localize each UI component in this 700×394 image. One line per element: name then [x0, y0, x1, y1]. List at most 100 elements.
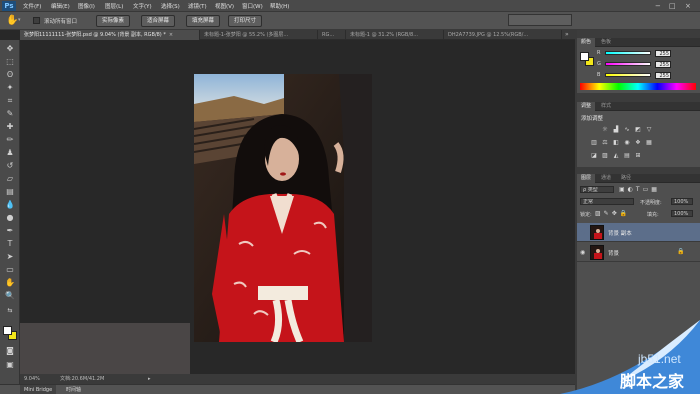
opacity-field[interactable]: 100%: [671, 198, 693, 205]
exposure-icon[interactable]: ◩: [634, 126, 642, 133]
red-value-field[interactable]: 255: [655, 50, 671, 57]
blur-tool-icon[interactable]: 💧: [4, 200, 16, 210]
photo-filter-icon[interactable]: ◉: [623, 139, 631, 146]
tab-layers[interactable]: 图层: [577, 174, 596, 183]
zoom-level[interactable]: 9.04%: [24, 374, 40, 384]
menu-type[interactable]: 文字(Y): [133, 2, 152, 10]
eyedropper-tool-icon[interactable]: ✎: [4, 109, 16, 119]
fill-screen-button[interactable]: 填充屏幕: [186, 15, 221, 27]
red-slider[interactable]: [605, 51, 651, 55]
green-slider[interactable]: [605, 62, 651, 66]
menu-layer[interactable]: 图层(L): [105, 2, 123, 10]
lasso-tool-icon[interactable]: ʘ: [4, 70, 16, 80]
document-image[interactable]: [194, 74, 372, 342]
menu-image[interactable]: 图像(I): [78, 2, 95, 10]
menu-view[interactable]: 视图(V): [215, 2, 234, 10]
posterize-icon[interactable]: ▨: [601, 152, 609, 159]
menu-select[interactable]: 选择(S): [161, 2, 180, 10]
hand-tool-icon[interactable]: ✋: [4, 278, 16, 288]
brush-tool-icon[interactable]: ✏: [4, 135, 16, 145]
eraser-tool-icon[interactable]: ▱: [4, 174, 16, 184]
levels-icon[interactable]: ▟: [612, 126, 620, 133]
layer-filter-icons[interactable]: ▣◐T▭▦: [619, 186, 660, 193]
status-arrow-icon[interactable]: ▸: [148, 374, 151, 384]
tab-color[interactable]: 颜色: [577, 38, 596, 47]
layer-row[interactable]: ◉ 背景 副本: [577, 223, 700, 242]
tab-document[interactable]: RG...: [318, 30, 346, 40]
minimize-button[interactable]: −: [655, 2, 661, 10]
menu-filter[interactable]: 滤镜(T): [188, 2, 207, 10]
maximize-button[interactable]: □: [669, 2, 676, 10]
fill-field[interactable]: 100%: [671, 210, 693, 217]
layer-name[interactable]: 背景: [608, 249, 619, 257]
tab-channels[interactable]: 通道: [597, 174, 615, 183]
menu-file[interactable]: 文件(F): [23, 2, 41, 10]
tab-document[interactable]: DH2A7739.JPG @ 12.5%(RGB/...: [444, 30, 562, 40]
chevron-down-icon[interactable]: ▾: [18, 17, 21, 23]
layer-row[interactable]: ◉ 背景 🔒: [577, 243, 700, 262]
tab-timeline[interactable]: 时间轴: [62, 385, 85, 394]
color-balance-icon[interactable]: ⚖: [601, 139, 609, 146]
tab-overflow-icon[interactable]: »: [565, 30, 569, 40]
tab-document[interactable]: 未标题-1 @ 31.2% (RGB/8...: [346, 30, 444, 40]
tab-swatches[interactable]: 色板: [597, 38, 615, 47]
print-size-button[interactable]: 打印尺寸: [228, 15, 263, 27]
swap-colors-icon[interactable]: ⇆: [4, 306, 16, 316]
tab-mini-bridge[interactable]: Mini Bridge: [20, 385, 57, 394]
marquee-tool-icon[interactable]: ⬚: [4, 57, 16, 67]
history-brush-tool-icon[interactable]: ↺: [4, 161, 16, 171]
gradient-map-icon[interactable]: ▤: [623, 152, 631, 159]
gradient-tool-icon[interactable]: ▤: [4, 187, 16, 197]
hue-saturation-icon[interactable]: ▥: [590, 139, 598, 146]
zoom-tool-icon[interactable]: 🔍: [4, 291, 16, 301]
canvas-area[interactable]: [20, 40, 575, 384]
screen-mode-icon[interactable]: ▣: [4, 360, 16, 370]
menu-edit[interactable]: 编辑(E): [51, 2, 70, 10]
tab-document[interactable]: 未标题-1-张梦阳 @ 55.2% (多图层...: [200, 30, 318, 40]
move-tool-icon[interactable]: ✥: [4, 44, 16, 54]
hand-tool-icon[interactable]: ✋: [6, 15, 18, 26]
actual-pixels-button[interactable]: 实际像素: [96, 15, 131, 27]
green-value-field[interactable]: 255: [655, 61, 671, 68]
menu-help[interactable]: 帮助(H): [270, 2, 289, 10]
quick-mask-icon[interactable]: ◙: [4, 346, 16, 356]
healing-tool-icon[interactable]: ✚: [4, 122, 16, 132]
stamp-tool-icon[interactable]: ♟: [4, 148, 16, 158]
curves-icon[interactable]: ∿: [623, 126, 631, 133]
foreground-color-swatch[interactable]: [580, 52, 589, 61]
menu-window[interactable]: 窗口(W): [242, 2, 263, 10]
blue-slider[interactable]: [605, 73, 651, 77]
eye-icon[interactable]: ◉: [580, 249, 585, 256]
invert-icon[interactable]: ◪: [590, 152, 598, 159]
selective-color-icon[interactable]: ⊞: [634, 152, 642, 159]
tab-document-active[interactable]: 张梦阳11111111-张梦阳.psd @ 9.04% (背景 副本, RGB/…: [20, 30, 200, 40]
threshold-icon[interactable]: ◭: [612, 152, 620, 159]
tab-styles[interactable]: 样式: [597, 102, 615, 111]
black-white-icon[interactable]: ◧: [612, 139, 620, 146]
workspace-switcher[interactable]: [508, 14, 572, 26]
color-lookup-icon[interactable]: ▦: [645, 139, 653, 146]
shape-tool-icon[interactable]: ▭: [4, 265, 16, 275]
pen-tool-icon[interactable]: ✒: [4, 226, 16, 236]
fit-screen-button[interactable]: 适合屏幕: [141, 15, 176, 27]
vibrance-icon[interactable]: ▽: [645, 126, 653, 133]
color-spectrum-bar[interactable]: [580, 83, 696, 90]
channel-mixer-icon[interactable]: ❖: [634, 139, 642, 146]
tab-adjustments[interactable]: 调整: [577, 102, 596, 111]
path-select-tool-icon[interactable]: ➤: [4, 252, 16, 262]
close-button[interactable]: ×: [685, 2, 691, 10]
blue-value-field[interactable]: 255: [655, 72, 671, 79]
lock-icons[interactable]: ▨✎✥🔒: [595, 210, 630, 217]
crop-tool-icon[interactable]: ⌗: [4, 96, 16, 106]
tab-paths[interactable]: 路径: [617, 174, 635, 183]
close-icon[interactable]: ×: [169, 32, 173, 38]
foreground-color-swatch[interactable]: [3, 326, 12, 335]
layer-filter-select[interactable]: ρ 类型: [580, 186, 614, 193]
brightness-contrast-icon[interactable]: ☼: [601, 126, 609, 133]
dodge-tool-icon[interactable]: ●: [4, 213, 16, 223]
scroll-all-checkbox[interactable]: [33, 17, 40, 24]
magic-wand-tool-icon[interactable]: ✦: [4, 83, 16, 93]
type-tool-icon[interactable]: T: [4, 239, 16, 249]
blend-mode-select[interactable]: 正常: [580, 198, 634, 205]
layer-name[interactable]: 背景 副本: [608, 229, 632, 237]
